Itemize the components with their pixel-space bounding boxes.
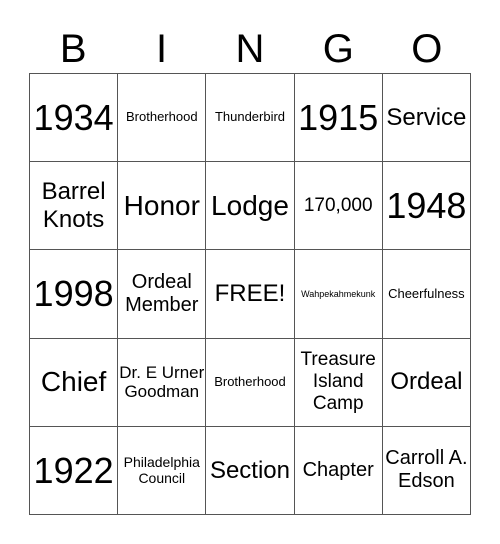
bingo-cell[interactable]: Chapter bbox=[294, 426, 383, 515]
bingo-cell[interactable]: Cheerfulness bbox=[382, 250, 471, 339]
header-letter-o: O bbox=[411, 27, 443, 71]
bingo-cell[interactable]: Dr. E Urner Goodman bbox=[118, 338, 207, 427]
bingo-header: B I N G O bbox=[29, 26, 471, 72]
bingo-cell[interactable]: Thunderbird bbox=[206, 74, 295, 163]
bingo-cell[interactable]: 1922 bbox=[30, 426, 119, 515]
bingo-grid: 1934 Brotherhood Thunderbird 1915 Servic… bbox=[29, 73, 471, 515]
header-letter-b: B bbox=[59, 27, 87, 71]
bingo-cell[interactable]: Barrel Knots bbox=[30, 162, 119, 251]
bingo-cell[interactable]: Ordeal bbox=[382, 338, 471, 427]
bingo-cell[interactable]: Brotherhood bbox=[206, 338, 295, 427]
bingo-cell[interactable]: Lodge bbox=[206, 162, 295, 251]
bingo-cell[interactable]: Philadelphia Council bbox=[118, 426, 207, 515]
bingo-cell[interactable]: Brotherhood bbox=[118, 74, 207, 163]
bingo-cell[interactable]: 1948 bbox=[382, 162, 471, 251]
bingo-cell[interactable]: Treasure Island Camp bbox=[294, 338, 383, 427]
bingo-cell[interactable]: 1915 bbox=[294, 74, 383, 163]
bingo-cell[interactable]: Carroll A. Edson bbox=[382, 426, 471, 515]
bingo-cell[interactable]: Service bbox=[382, 74, 471, 163]
bingo-cell[interactable]: Section bbox=[206, 426, 295, 515]
bingo-cell[interactable]: Ordeal Member bbox=[118, 250, 207, 339]
header-letter-i: I bbox=[156, 27, 168, 71]
bingo-cell[interactable]: 1998 bbox=[30, 250, 119, 339]
bingo-cell[interactable]: 170,000 bbox=[294, 162, 383, 251]
free-space[interactable]: FREE! bbox=[206, 250, 295, 339]
bingo-cell[interactable]: Chief bbox=[30, 338, 119, 427]
bingo-cell[interactable]: Honor bbox=[118, 162, 207, 251]
header-letter-g: G bbox=[322, 27, 354, 71]
bingo-cell[interactable]: 1934 bbox=[30, 74, 119, 163]
bingo-cell[interactable]: Wahpekahmekunk bbox=[294, 250, 383, 339]
header-letter-n: N bbox=[235, 27, 265, 71]
